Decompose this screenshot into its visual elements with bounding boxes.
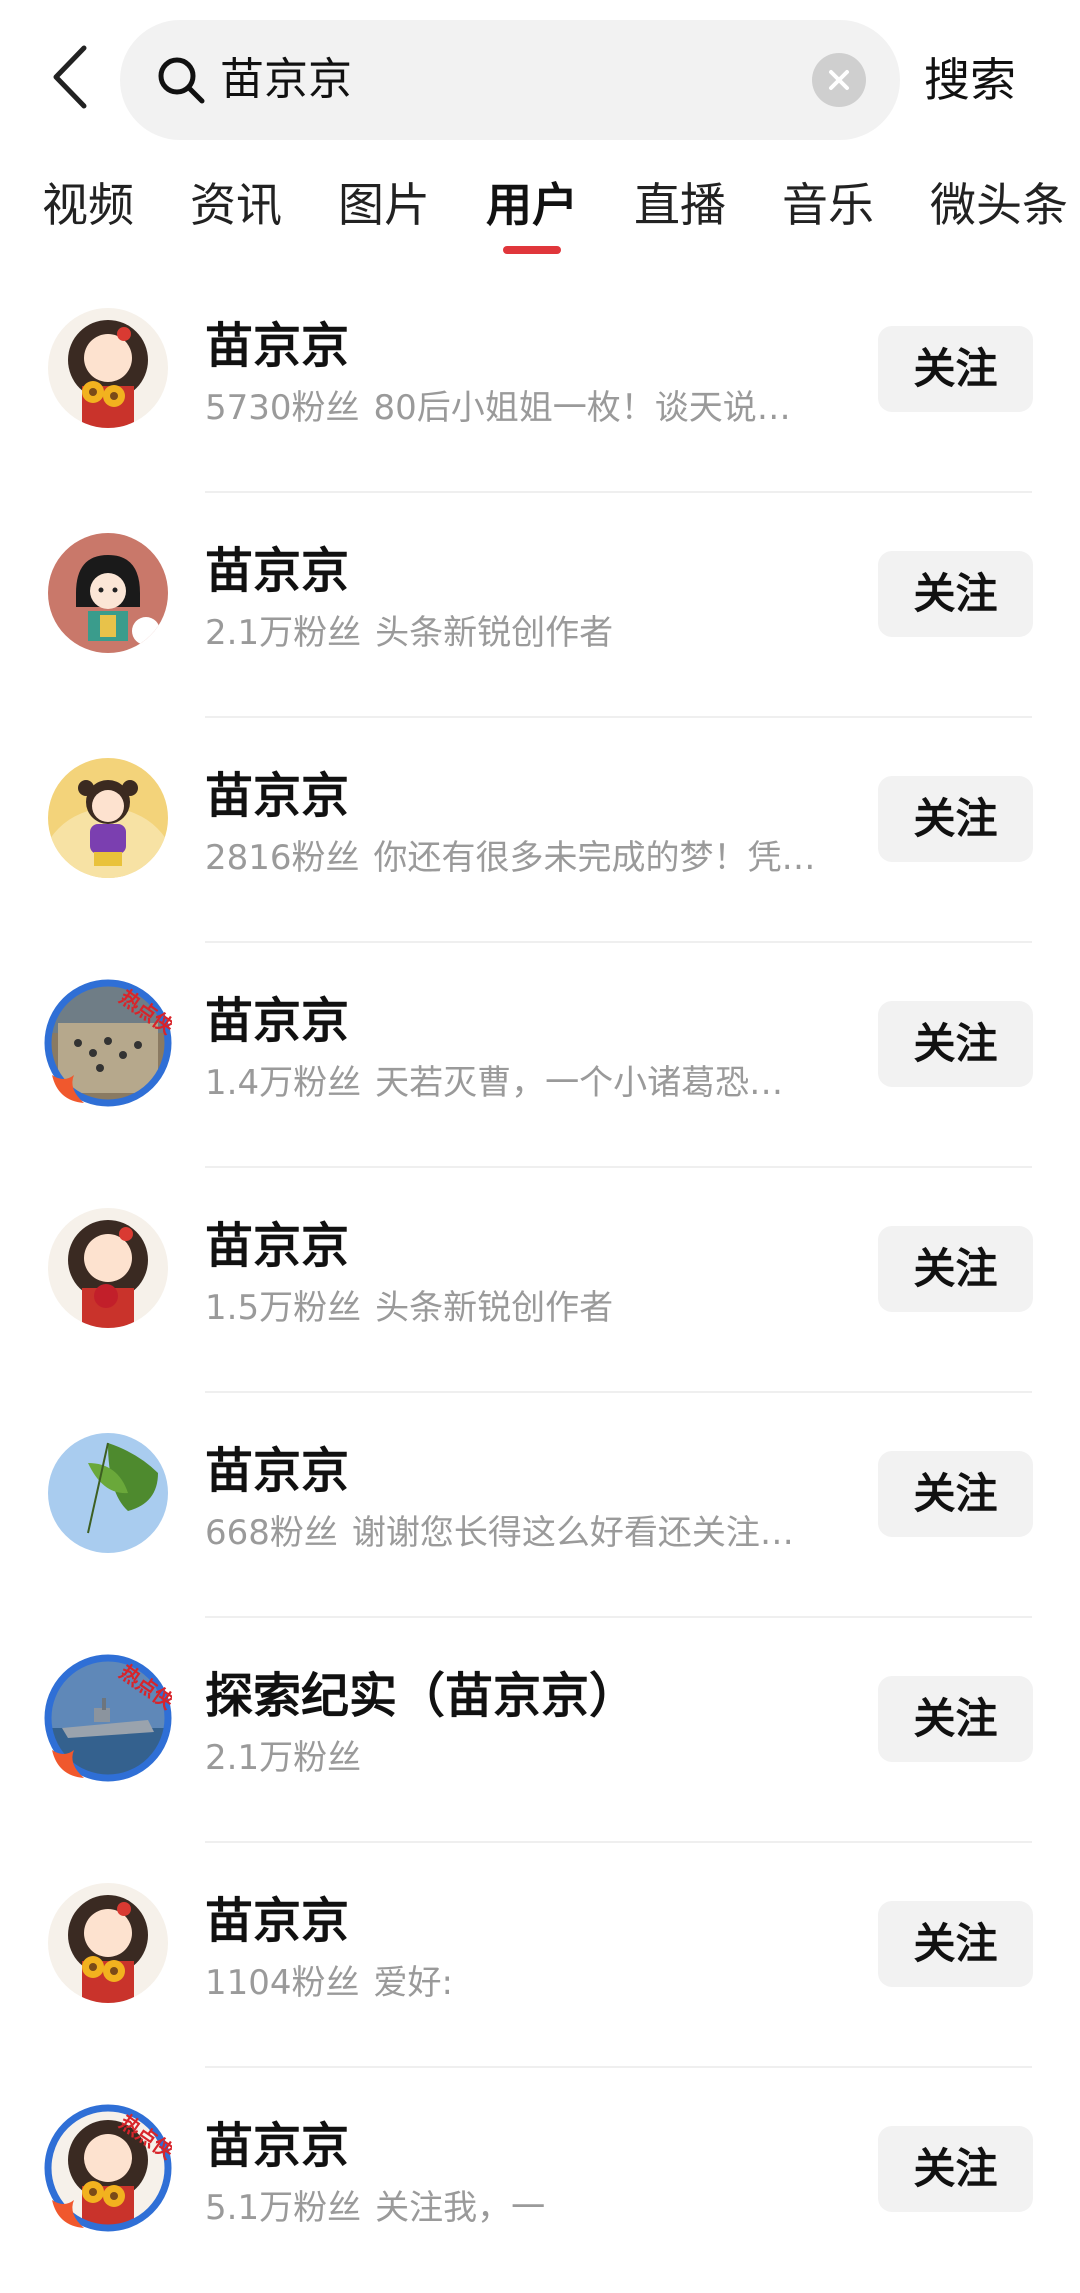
avatar[interactable] (48, 308, 168, 428)
hot-badge-ring-icon: 热点侠 (44, 1654, 172, 1782)
follow-button[interactable]: 关注 (878, 326, 1033, 412)
user-result-row[interactable]: 热点侠 探索纪实（苗京京） 2.1万粉丝 关注 (0, 1618, 1080, 1843)
user-description: 1.4万粉丝 天若灭曹，一个小诸葛恐… (205, 1055, 845, 1104)
user-bio: 头条新锐创作者 (375, 613, 614, 653)
little-girl-avatar-icon (48, 758, 168, 878)
fans-count: 2.1万粉丝 (205, 613, 362, 653)
user-bio: 天若灭曹，一个小诸葛恐… (375, 1063, 784, 1103)
girl-sunflower-avatar-icon (48, 1883, 168, 2003)
user-bio: 头条新锐创作者 (375, 1288, 614, 1328)
user-result-row[interactable]: 苗京京 5730粉丝 80后小姐姐一枚！谈天说… 关注 (0, 268, 1080, 493)
leaf-sky-avatar-icon (48, 1433, 168, 1553)
user-bio: 关注我，一 (375, 2188, 546, 2228)
fans-count: 2.1万粉丝 (205, 1738, 362, 1778)
user-result-row[interactable]: 热点侠 苗京京 1.4万粉丝 天若灭曹，一个小诸葛恐… 关注 (0, 943, 1080, 1168)
user-bio: 你还有很多未完成的梦！凭… (373, 838, 816, 878)
user-description: 5730粉丝 80后小姐姐一枚！谈天说… (205, 380, 845, 429)
search-box[interactable]: 苗京京 (120, 20, 900, 140)
avatar[interactable] (48, 1208, 168, 1328)
hot-badge-ring-icon: 热点侠 (44, 2104, 172, 2232)
tab-users-label: 用户 (486, 178, 578, 232)
user-name[interactable]: 探索纪实（苗京京） (205, 1656, 637, 1726)
tab-users[interactable]: 用户 (486, 160, 578, 254)
user-description: 1.5万粉丝 头条新锐创作者 (205, 1280, 845, 1329)
user-description: 668粉丝 谢谢您长得这么好看还关注… (205, 1505, 845, 1554)
user-description: 5.1万粉丝 关注我，一 (205, 2180, 845, 2229)
user-name[interactable]: 苗京京 (205, 981, 349, 1051)
category-tabs: 视频 资讯 图片 用户 直播 音乐 微头条 (0, 160, 1080, 260)
clear-icon[interactable] (812, 53, 866, 107)
search-input[interactable]: 苗京京 (220, 20, 352, 140)
fans-count: 5730粉丝 (205, 388, 360, 428)
cartoon-girl-pink-avatar-icon (48, 533, 168, 653)
avatar[interactable] (48, 1883, 168, 2003)
user-result-row[interactable]: 苗京京 668粉丝 谢谢您长得这么好看还关注… 关注 (0, 1393, 1080, 1618)
tab-music[interactable]: 音乐 (782, 160, 874, 250)
top-bar: 苗京京 搜索 (0, 0, 1080, 150)
avatar[interactable] (48, 758, 168, 878)
user-bio: 80后小姐姐一枚！谈天说… (373, 388, 791, 428)
follow-button[interactable]: 关注 (878, 2126, 1033, 2212)
tab-micro-headlines[interactable]: 微头条 (930, 160, 1068, 250)
tab-news[interactable]: 资讯 (190, 160, 282, 250)
tab-live[interactable]: 直播 (634, 160, 726, 250)
fans-count: 5.1万粉丝 (205, 2188, 362, 2228)
user-description: 2.1万粉丝 头条新锐创作者 (205, 605, 845, 654)
user-result-row[interactable]: 苗京京 1.5万粉丝 头条新锐创作者 关注 (0, 1168, 1080, 1393)
close-icon (829, 70, 849, 90)
follow-button[interactable]: 关注 (878, 1451, 1033, 1537)
girl-sunflower-avatar-icon (48, 308, 168, 428)
back-button[interactable] (40, 42, 100, 112)
user-description: 1104粉丝 爱好: (205, 1955, 845, 2004)
user-description: 2816粉丝 你还有很多未完成的梦！凭… (205, 830, 845, 879)
avatar[interactable] (48, 533, 168, 653)
user-result-row[interactable]: 苗京京 2.1万粉丝 头条新锐创作者 关注 (0, 493, 1080, 718)
user-name[interactable]: 苗京京 (205, 531, 349, 601)
user-name[interactable]: 苗京京 (205, 756, 349, 826)
user-name[interactable]: 苗京京 (205, 306, 349, 376)
follow-button[interactable]: 关注 (878, 776, 1033, 862)
fans-count: 1.4万粉丝 (205, 1063, 362, 1103)
follow-button[interactable]: 关注 (878, 1226, 1033, 1312)
user-result-row[interactable]: 苗京京 2816粉丝 你还有很多未完成的梦！凭… 关注 (0, 718, 1080, 943)
follow-button[interactable]: 关注 (878, 1001, 1033, 1087)
user-description: 2.1万粉丝 (205, 1730, 845, 1779)
tab-video[interactable]: 视频 (42, 160, 134, 250)
user-name[interactable]: 苗京京 (205, 1206, 349, 1276)
user-bio: 谢谢您长得这么好看还关注… (351, 1513, 794, 1553)
fans-count: 2816粉丝 (205, 838, 360, 878)
search-button[interactable]: 搜索 (924, 20, 1016, 140)
girl-rose-avatar-icon (48, 1208, 168, 1328)
tab-images[interactable]: 图片 (338, 160, 430, 250)
user-result-row[interactable]: 热点侠 苗京京 5.1万粉丝 关注我，一 关注 (0, 2068, 1080, 2293)
chevron-left-icon (53, 45, 87, 109)
hot-badge-ring-icon: 热点侠 (44, 979, 172, 1107)
user-name[interactable]: 苗京京 (205, 1431, 349, 1501)
active-tab-indicator (503, 246, 561, 254)
follow-button[interactable]: 关注 (878, 1676, 1033, 1762)
user-bio: 爱好: (373, 1963, 453, 2003)
follow-button[interactable]: 关注 (878, 551, 1033, 637)
fans-count: 668粉丝 (205, 1513, 338, 1553)
fans-count: 1104粉丝 (205, 1963, 360, 2003)
fans-count: 1.5万粉丝 (205, 1288, 362, 1328)
user-name[interactable]: 苗京京 (205, 2106, 349, 2176)
user-result-row[interactable]: 苗京京 1104粉丝 爱好: 关注 (0, 1843, 1080, 2068)
avatar[interactable] (48, 1433, 168, 1553)
search-icon (158, 57, 205, 104)
user-name[interactable]: 苗京京 (205, 1881, 349, 1951)
follow-button[interactable]: 关注 (878, 1901, 1033, 1987)
